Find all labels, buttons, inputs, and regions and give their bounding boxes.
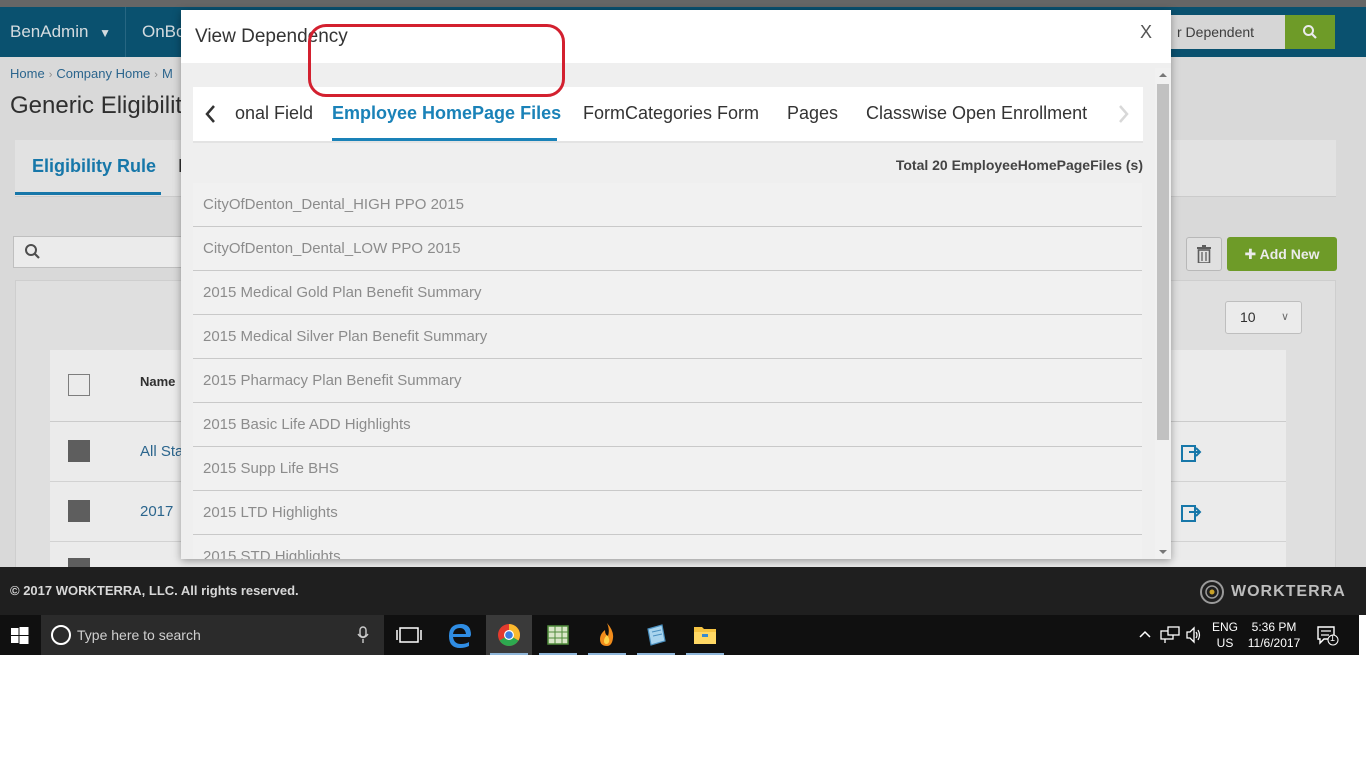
active-app-indicator [637, 653, 675, 655]
close-button[interactable]: X [1140, 22, 1152, 43]
list-item[interactable]: 2015 Supp Life BHS [193, 447, 1142, 491]
tab-additional-field-label: onal Field [234, 103, 313, 123]
scroll-up-arrow-icon[interactable] [1155, 68, 1171, 82]
spreadsheet-icon [547, 625, 569, 645]
view-dependency-modal: View Dependency X onal Field Employee Ho… [181, 10, 1171, 559]
list-item[interactable]: 2015 STD Highlights [193, 535, 1142, 559]
dependency-list: CityOfDenton_Dental_HIGH PPO 2015 CityOf… [193, 183, 1142, 559]
clock-time: 5:36 PM [1251, 620, 1297, 634]
tab-pages[interactable]: Pages [787, 87, 838, 141]
edge-icon [449, 624, 471, 648]
tab-classwise-open-enrollment[interactable]: Classwise Open Enrollment [866, 87, 1087, 141]
total-count-label: Total 20 EmployeeHomePageFiles (s) [895, 157, 1143, 173]
taskbar-search-box[interactable]: Type here to search [41, 615, 384, 655]
network-icon[interactable] [1160, 626, 1180, 644]
modal-body: onal Field Employee HomePage Files FormC… [181, 63, 1171, 559]
windows-taskbar: Type here to search ENG US 5:36 PM 11/6/… [0, 615, 1359, 655]
workterra-logo: WORKTERRA [1199, 579, 1345, 605]
notepad-app[interactable] [633, 615, 679, 655]
workterra-logo-text: WORKTERRA [1231, 583, 1346, 600]
list-item[interactable]: CityOfDenton_Dental_HIGH PPO 2015 [193, 183, 1142, 227]
language-code: ENG [1211, 620, 1238, 634]
region-code: US [1216, 636, 1234, 650]
list-item[interactable]: CityOfDenton_Dental_LOW PPO 2015 [193, 227, 1142, 271]
chrome-icon [498, 624, 520, 646]
chevron-right-icon[interactable] [1113, 101, 1133, 127]
clock-date: 11/6/2017 [1247, 636, 1301, 650]
dependency-tabs: onal Field Employee HomePage Files FormC… [193, 87, 1143, 143]
folder-icon [694, 627, 716, 644]
tab-formcategories-form[interactable]: FormCategories Form [583, 87, 759, 141]
list-item[interactable]: 2015 Basic Life ADD Highlights [193, 403, 1142, 447]
chrome-app[interactable] [486, 615, 532, 655]
chevron-up-icon[interactable] [1138, 627, 1152, 641]
screen: BenAdmin ▼ OnBo r Dependent Home › Company… [0, 0, 1366, 768]
tab-employee-homepage-files[interactable]: Employee HomePage Files [332, 87, 561, 141]
taskbar-search-placeholder: Type here to search [77, 627, 201, 643]
volume-icon[interactable] [1185, 626, 1203, 644]
active-app-indicator [588, 653, 626, 655]
list-item[interactable]: 2015 Medical Silver Plan Benefit Summary [193, 315, 1142, 359]
firebug-app[interactable] [584, 615, 630, 655]
list-item[interactable]: 2015 LTD Highlights [193, 491, 1142, 535]
active-app-indicator [686, 653, 724, 655]
page-footer: © 2017 WORKTERRA, LLC. All rights reserv… [0, 567, 1366, 615]
workterra-logo-icon [1200, 580, 1224, 604]
tab-additional-field[interactable]: onal Field [231, 87, 313, 141]
edge-app[interactable] [437, 615, 483, 655]
file-explorer-app[interactable] [682, 615, 728, 655]
scrollbar-thumb[interactable] [1157, 84, 1169, 440]
flame-icon [600, 623, 614, 646]
system-clock[interactable]: 5:36 PM 11/6/2017 [1243, 619, 1305, 651]
notification-count: 1 [1330, 633, 1336, 643]
microphone-icon[interactable] [357, 626, 369, 644]
copyright-text: © 2017 WORKTERRA, LLC. All rights reserv… [10, 583, 299, 598]
input-language-indicator[interactable]: ENG US [1210, 619, 1240, 651]
active-app-indicator [490, 653, 528, 655]
list-item[interactable]: 2015 Pharmacy Plan Benefit Summary [193, 359, 1142, 403]
cortana-icon [51, 625, 71, 645]
windows-start-icon[interactable] [0, 615, 40, 655]
modal-scrollbar[interactable] [1155, 68, 1171, 559]
list-item[interactable]: 2015 Medical Gold Plan Benefit Summary [193, 271, 1142, 315]
modal-title: View Dependency [195, 26, 348, 47]
chevron-left-icon[interactable] [201, 101, 221, 127]
spreadsheet-app[interactable] [535, 615, 581, 655]
task-view-icon[interactable] [386, 615, 432, 655]
notification-icon [1317, 626, 1339, 646]
notepad-icon [647, 624, 666, 646]
active-app-indicator [539, 653, 577, 655]
action-center-button[interactable]: 1 [1316, 625, 1340, 652]
scroll-down-arrow-icon[interactable] [1155, 545, 1171, 559]
